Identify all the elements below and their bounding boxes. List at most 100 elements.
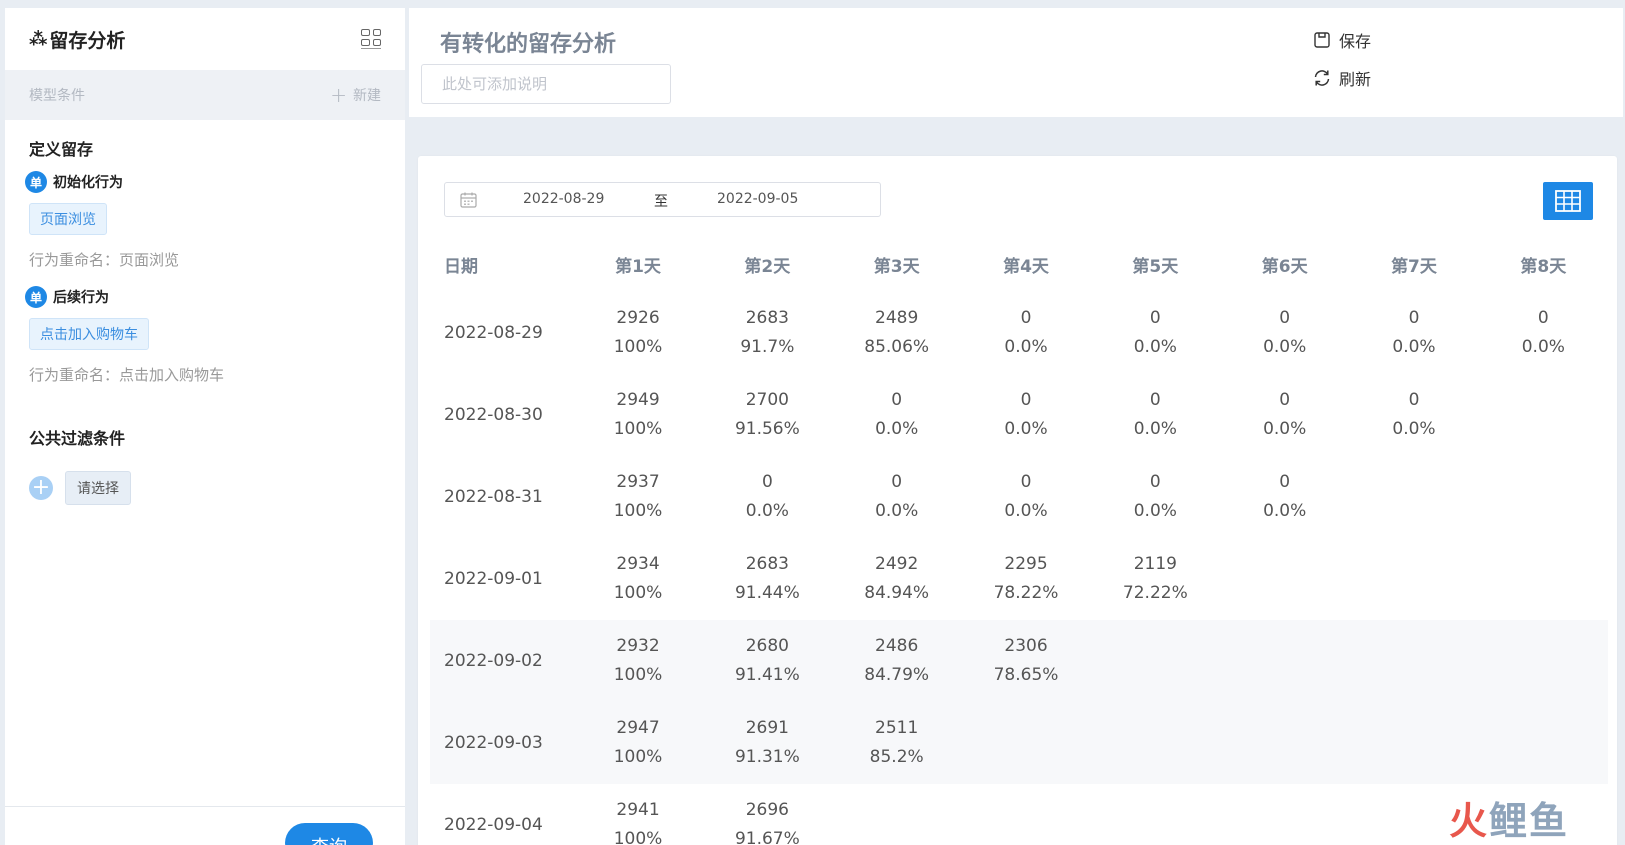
table-view-button[interactable] xyxy=(1543,182,1593,220)
retention-count: 2937 xyxy=(616,472,660,492)
retention-rate: 72.22% xyxy=(1122,583,1188,603)
retention-cell xyxy=(1220,538,1349,620)
table-row: 2022-09-01 2934 100% 2683 91.44% 2492 84.94% 22… xyxy=(430,538,1608,620)
retention-cell xyxy=(1349,702,1479,784)
define-retention-title: 定义留存 xyxy=(29,140,94,159)
retention-count: 0 xyxy=(1149,308,1161,328)
public-filter-row: + 请选择 xyxy=(29,471,381,505)
retention-count: 0 xyxy=(1020,472,1032,492)
add-filter-icon[interactable]: + xyxy=(29,476,53,500)
retention-rate: 0.0% xyxy=(1392,419,1436,439)
retention-rate: 78.65% xyxy=(993,665,1059,685)
retention-rate: 78.22% xyxy=(993,583,1059,603)
table-row: 2022-09-02 2932 100% 2680 91.41% 2486 84.79% 23… xyxy=(430,620,1608,702)
start-date[interactable]: 2022-08-29 xyxy=(523,191,604,207)
retention-cell: 0 0.0% xyxy=(1349,292,1478,374)
sidebar-header: ⁂ 留存分析 xyxy=(5,8,405,70)
end-date[interactable]: 2022-09-05 xyxy=(717,191,798,207)
watermark-logo: 火 鲤鱼 xyxy=(1449,790,1569,845)
table-header-row: 日期 第1天 第2天 第3天 第4天 第5天 第6天 第7天 第8天 xyxy=(430,236,1608,292)
retention-cell: 0 0.0% xyxy=(1091,456,1220,538)
retention-count: 2700 xyxy=(745,390,789,410)
retention-count: 2926 xyxy=(616,308,660,328)
save-button[interactable]: 保存 xyxy=(1312,28,1371,52)
retention-count: 0 xyxy=(1279,308,1291,328)
retention-count: 0 xyxy=(1149,472,1161,492)
retention-cell: 0 0.0% xyxy=(1349,374,1478,456)
table-view-icon xyxy=(1555,190,1581,212)
retention-count: 0 xyxy=(1537,308,1549,328)
query-button[interactable]: 查询 xyxy=(285,823,373,845)
retention-cell: 2489 85.06% xyxy=(832,292,961,374)
retention-cell xyxy=(1220,702,1350,784)
filter-select[interactable]: 请选择 xyxy=(65,471,131,505)
retention-cell xyxy=(1479,456,1608,538)
followup-behavior-label: 后续行为 xyxy=(53,290,109,306)
retention-rate: 0.0% xyxy=(1133,501,1177,521)
grid-layout-icon[interactable] xyxy=(361,29,381,49)
retention-cell xyxy=(961,784,1090,845)
header-day-4: 第4天 xyxy=(1003,256,1049,277)
retention-count: 2486 xyxy=(875,636,919,656)
retention-count: 0 xyxy=(1408,390,1420,410)
report-header: 有转化的留存分析 保存 刷新 xyxy=(409,8,1623,117)
retention-cell: 2492 84.94% xyxy=(832,538,961,620)
retention-count: 0 xyxy=(891,390,903,410)
retention-cell xyxy=(1349,456,1478,538)
followup-behavior-tag[interactable]: 点击加入购物车 xyxy=(29,318,149,350)
retention-count: 2119 xyxy=(1133,554,1177,574)
row-date: 2022-08-31 xyxy=(444,486,543,507)
followup-behavior-header: 单 后续行为 xyxy=(25,286,381,308)
retention-rate: 0.0% xyxy=(875,419,919,439)
retention-rate: 91.56% xyxy=(734,419,800,439)
retention-cell: 2696 91.67% xyxy=(703,784,832,845)
retention-cell: 0 0.0% xyxy=(961,292,1090,374)
followup-behavior-rename[interactable]: 行为重命名：点击加入购物车 xyxy=(29,364,381,385)
retention-count: 2683 xyxy=(745,308,789,328)
single-badge[interactable]: 单 xyxy=(25,286,47,308)
retention-cell: 2691 91.31% xyxy=(702,702,833,784)
retention-cell: 0 0.0% xyxy=(961,456,1090,538)
retention-count: 2295 xyxy=(1004,554,1048,574)
sidebar: ⁂ 留存分析 模型条件 + 新建 定义留存 单 初始化行为 页面浏览 行为重命名… xyxy=(5,8,405,845)
retention-rate: 0.0% xyxy=(1133,419,1177,439)
description-input[interactable] xyxy=(421,64,671,104)
new-condition-label: 新建 xyxy=(353,88,381,104)
retention-cell: 2683 91.44% xyxy=(703,538,832,620)
retention-rate: 91.67% xyxy=(734,829,800,845)
retention-cell: 2932 100% xyxy=(573,620,703,702)
retention-count: 2949 xyxy=(616,390,660,410)
retention-cell xyxy=(1090,702,1220,784)
row-date: 2022-09-01 xyxy=(444,568,543,589)
retention-cell xyxy=(1349,538,1478,620)
retention-cell: 0 0.0% xyxy=(703,456,832,538)
retention-rate: 91.41% xyxy=(734,665,800,685)
retention-rate: 0.0% xyxy=(875,501,919,521)
retention-count: 2306 xyxy=(1004,636,1048,656)
retention-cell: 2680 91.41% xyxy=(702,620,833,702)
retention-rate: 84.79% xyxy=(864,665,930,685)
retention-cell: 0 0.0% xyxy=(1220,374,1349,456)
initial-behavior-rename[interactable]: 行为重命名：页面浏览 xyxy=(29,249,381,270)
table-row: 2022-08-31 2937 100% 0 0.0% 0 0.0% 0 0.0% 0 0.0% 0 0… xyxy=(430,456,1608,538)
retention-rate: 100% xyxy=(613,419,663,439)
retention-cell: 2941 100% xyxy=(573,784,702,845)
watermark-part-2: 鲤鱼 xyxy=(1489,799,1570,843)
initial-behavior-tag[interactable]: 页面浏览 xyxy=(29,203,107,235)
retention-cell xyxy=(1478,620,1608,702)
sparkle-icon: ⁂ xyxy=(29,28,48,50)
retention-rate: 0.0% xyxy=(1004,419,1048,439)
refresh-button[interactable]: 刷新 xyxy=(1312,66,1371,90)
retention-cell: 0 0.0% xyxy=(1220,292,1349,374)
watermark-part-1: 火 xyxy=(1449,799,1490,843)
header-day-2: 第2天 xyxy=(744,256,791,277)
retention-cell xyxy=(1479,538,1608,620)
retention-count: 0 xyxy=(1149,390,1161,410)
new-condition-button[interactable]: + 新建 xyxy=(330,85,381,105)
retention-rate: 0.0% xyxy=(745,501,789,521)
calendar-icon xyxy=(460,192,477,208)
retention-rate: 0.0% xyxy=(1521,337,1565,357)
date-range-picker[interactable]: 2022-08-29 至 2022-09-05 xyxy=(444,182,881,217)
sidebar-title: ⁂ 留存分析 xyxy=(29,26,125,53)
single-badge[interactable]: 单 xyxy=(25,171,47,193)
